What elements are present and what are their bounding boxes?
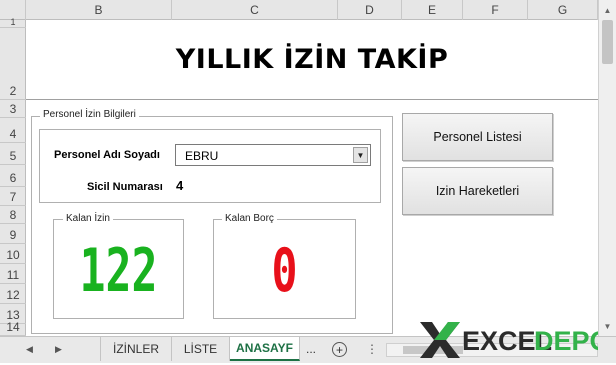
column-header-bar: B C D E F G	[0, 0, 616, 20]
kalan-izin-label: Kalan İzin	[63, 213, 113, 224]
column-header-f[interactable]: F	[463, 0, 528, 20]
exceldepo-logo: EXCEL DEPO	[418, 316, 611, 360]
kalan-izin-value: 122	[79, 236, 158, 306]
chevron-down-icon[interactable]: ▼	[353, 147, 368, 163]
column-header-e[interactable]: E	[402, 0, 463, 20]
column-header-c[interactable]: C	[172, 0, 338, 20]
column-header-b[interactable]: B	[26, 0, 172, 20]
exceldepo-logo-mark: EXCEL DEPO	[420, 322, 611, 358]
row-header-8[interactable]: 8	[0, 206, 26, 224]
column-header-d[interactable]: D	[338, 0, 402, 20]
scroll-down-icon[interactable]: ▼	[599, 318, 616, 334]
row-header-14[interactable]: 14	[0, 320, 26, 336]
row-header-11[interactable]: 11	[0, 264, 26, 284]
row-header-12[interactable]: 12	[0, 284, 26, 304]
more-tabs-button[interactable]: ...	[306, 342, 316, 356]
kalan-borc-label: Kalan Borç	[222, 213, 277, 224]
row-header-2[interactable]: 2	[0, 28, 26, 100]
row-header-bar: 1 2 3 4 5 6 7 8 9 10 11 12 13 14	[0, 17, 26, 336]
sicil-value: 4	[176, 178, 184, 193]
personel-name-label: Personel Adı Soyadı	[54, 149, 160, 161]
kalan-borc-value: 0	[271, 236, 298, 306]
personel-info-group-label: Personel İzin Bilgileri	[40, 109, 139, 120]
personel-listesi-button[interactable]: Personel Listesi	[402, 113, 553, 161]
tab-izinler[interactable]: İZİNLER	[100, 337, 172, 361]
triangle-right-icon[interactable]: ▶	[55, 344, 62, 355]
row-header-5[interactable]: 5	[0, 143, 26, 165]
row-header-3[interactable]: 3	[0, 100, 26, 118]
column-header-g[interactable]: G	[528, 0, 598, 20]
row-header-9[interactable]: 9	[0, 224, 26, 244]
row-header-1[interactable]: 1	[0, 17, 26, 28]
row-header-10[interactable]: 10	[0, 244, 26, 264]
tab-liste[interactable]: LİSTE	[172, 337, 230, 361]
logo-depo-text: DEPO	[534, 326, 598, 356]
scroll-up-icon[interactable]: ▲	[599, 2, 616, 18]
sicil-label: Sicil Numarası	[87, 181, 163, 193]
triangle-left-icon[interactable]: ◀	[26, 344, 33, 355]
tab-anasayfa[interactable]: ANASAYF	[230, 337, 300, 361]
vertical-scroll-thumb[interactable]	[602, 20, 613, 64]
izin-hareketleri-button[interactable]: Izin Hareketleri	[402, 167, 553, 215]
row-header-6[interactable]: 6	[0, 165, 26, 187]
vertical-scrollbar[interactable]: ▲ ▼	[598, 0, 616, 336]
row-header-7[interactable]: 7	[0, 187, 26, 206]
personel-name-combobox[interactable]: EBRU ▼	[175, 144, 371, 166]
row-header-4[interactable]: 4	[0, 118, 26, 143]
plus-circle-icon[interactable]: +	[332, 342, 347, 357]
vertical-ellipsis-icon[interactable]: ⋮	[366, 342, 378, 356]
page-title: YILLIK İZİN TAKİP	[175, 44, 449, 75]
personel-name-value: EBRU	[185, 149, 219, 163]
